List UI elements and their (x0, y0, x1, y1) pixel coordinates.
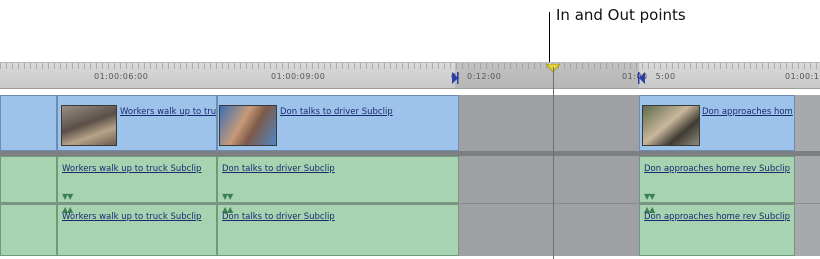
clip-label: Don talks to driver Subclip (280, 107, 393, 117)
ruler-timecode: 01:00 5:00 (622, 72, 676, 81)
in-out-gap (459, 95, 639, 256)
clip-label: Workers walk up to truck Subclip (62, 164, 202, 174)
clip-label: Don approaches home rev Subclip (644, 164, 791, 174)
audio-clip[interactable]: ▲▲ Don talks to driver Subclip (217, 204, 459, 256)
audio-clip[interactable]: ▲▲ Don approaches home rev Subclip (639, 204, 795, 256)
video-clip[interactable]: Don approaches hom (639, 95, 795, 151)
audio-keyframe-icon: ▼▼ (644, 192, 655, 201)
clip-label: Don talks to driver Subclip (222, 164, 335, 174)
audio-clip[interactable]: ▲▲ Workers walk up to truck Subclip (57, 204, 217, 256)
in-point-icon[interactable] (451, 72, 459, 84)
clip-thumbnail (61, 105, 117, 146)
video-clip[interactable] (0, 95, 57, 151)
clip-label: Workers walk up to tru (120, 107, 216, 117)
ruler-timecode: 010:12:00 (451, 72, 502, 81)
video-clip[interactable]: Workers walk up to tru (57, 95, 217, 151)
audio-clip[interactable]: Don talks to driver Subclip ▼▼ (217, 156, 459, 203)
audio-clip[interactable] (0, 204, 57, 256)
ruler-timecode: 01:00:06:00 (94, 72, 149, 81)
clip-label: Don approaches hom (702, 107, 793, 117)
playhead-line[interactable] (553, 67, 554, 259)
clip-thumbnail (219, 105, 277, 146)
audio-clip[interactable] (0, 156, 57, 203)
ruler-ticks (0, 63, 820, 69)
out-point-icon[interactable] (638, 72, 646, 84)
video-clip[interactable]: Don talks to driver Subclip (217, 95, 459, 151)
callout-leader-line (549, 12, 550, 62)
clip-label: Workers walk up to truck Subclip (62, 212, 202, 222)
clip-label: Don approaches home rev Subclip (644, 212, 791, 222)
ruler-timecode: 01:00:1 (785, 72, 820, 81)
ruler-timecode: 01:00:09:00 (271, 72, 326, 81)
callout-in-out-label: In and Out points (556, 6, 686, 24)
audio-clip[interactable]: Don approaches home rev Subclip ▼▼ (639, 156, 795, 203)
audio-keyframe-icon: ▼▼ (62, 192, 73, 201)
audio-keyframe-icon: ▼▼ (222, 192, 233, 201)
audio-clip[interactable]: Workers walk up to truck Subclip ▼▼ (57, 156, 217, 203)
clip-label: Don talks to driver Subclip (222, 212, 335, 222)
clip-thumbnail (642, 105, 700, 146)
